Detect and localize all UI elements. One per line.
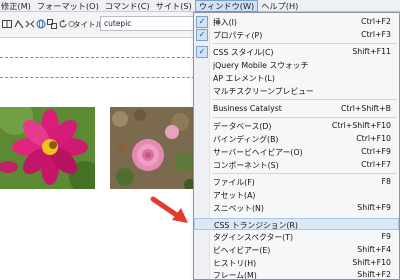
menu-item-snippets[interactable]: スニペット(N) Shift+F9 [194,202,399,214]
rose-photo[interactable] [110,107,195,189]
menu-window[interactable]: ウィンドウ(W) [194,0,259,12]
pointer-arrow-icon [150,196,188,223]
menu-separator [212,117,397,118]
menu-item-label: データベース(D) [213,122,272,131]
menu-item-css-transitions[interactable]: CSS トランジション(R) [194,218,399,230]
check-icon: ✓ [196,29,208,41]
design-view-icon[interactable] [13,18,24,29]
menu-item-label: CSS トランジション(R) [214,221,298,230]
menu-item-assets[interactable]: アセット(A) [194,189,399,201]
menu-help[interactable]: ヘルプ(H) [258,0,301,12]
split-view-icon[interactable] [1,18,12,29]
menu-item-label: アセット(A) [213,191,256,200]
menu-item-multiscreen-preview[interactable]: マルチスクリーンプレビュー [194,85,399,97]
menu-item-frames[interactable]: フレーム(M) Shift+F2 [194,269,399,280]
menu-commands[interactable]: コマンド(C) [102,0,153,12]
menu-item-properties[interactable]: ✓ プロパティ(P) Ctrl+F3 [194,29,399,41]
div-outline-top [0,57,200,58]
menu-item-label: バインディング(B) [213,135,279,144]
menu-item-label: ファイル(F) [213,178,255,187]
menu-item-shortcut: F9 [381,232,391,241]
menu-item-label: マルチスクリーンプレビュー [213,87,314,96]
menu-edit[interactable]: 修正(M) [0,0,34,12]
menu-item-shortcut: Shift+F11 [352,47,391,56]
menu-item-components[interactable]: コンポーネント(S) Ctrl+F7 [194,159,399,171]
menu-item-shortcut: Ctrl+F3 [361,30,391,39]
menu-item-bindings[interactable]: バインディング(B) Ctrl+F10 [194,133,399,145]
menu-item-insert[interactable]: ✓ 挿入(I) Ctrl+F2 [194,16,399,28]
menu-separator [212,99,397,100]
cosmos-photo[interactable] [0,107,95,189]
menu-item-shortcut: Shift+F2 [357,270,391,279]
menu-item-tag-inspector[interactable]: タグインスペクター(T) F9 [194,231,399,243]
menu-item-shortcut: Ctrl+F7 [361,160,391,169]
menu-item-label: AP エレメント(L) [213,74,275,83]
menu-item-label: コンポーネント(S) [213,161,279,170]
menu-item-label: ビヘイビアー(E) [213,246,271,255]
menu-item-label: フレーム(M) [213,271,257,280]
check-icon: ✓ [196,46,208,58]
window-menu-dropdown: ✓ 挿入(I) Ctrl+F2 ✓ プロパティ(P) Ctrl+F3 ✓ CSS… [193,12,400,280]
menu-item-css-styles[interactable]: ✓ CSS スタイル(C) Shift+F11 [194,46,399,58]
menu-item-shortcut: Shift+F4 [357,245,391,254]
menu-separator [212,173,397,174]
title-input[interactable]: cutepic [100,16,195,31]
menu-site[interactable]: サイト(S) [153,0,195,12]
menu-separator [212,43,397,44]
menu-item-label: 挿入(I) [213,18,237,27]
menu-item-label: jQuery Mobile スウォッチ [213,61,309,70]
menu-item-ap-elements[interactable]: AP エレメント(L) [194,72,399,84]
menu-item-history[interactable]: ヒストリ(H) Shift+F10 [194,257,399,269]
menu-item-shortcut: Ctrl+Shift+F10 [331,121,391,130]
menu-item-shortcut: Ctrl+F9 [361,147,391,156]
check-icon: ✓ [196,16,208,28]
menu-item-label: サーバービヘイビアー(O) [213,148,303,157]
menu-item-databases[interactable]: データベース(D) Ctrl+Shift+F10 [194,120,399,132]
menu-format[interactable]: フォーマット(O) [34,0,102,12]
menu-item-behaviors[interactable]: ビヘイビアー(E) Shift+F4 [194,244,399,256]
menu-item-label: CSS スタイル(C) [213,48,274,57]
div-outline-bottom [0,77,200,78]
menu-item-label: ヒストリ(H) [213,259,257,268]
menu-item-shortcut: F8 [381,177,391,186]
menu-item-shortcut: Ctrl+Shift+B [340,104,391,113]
menu-item-label: スニペット(N) [213,204,264,213]
menu-item-label: タグインスペクター(T) [213,233,294,242]
menu-item-label: プロパティ(P) [213,31,263,40]
code-nav-icon[interactable] [24,18,35,29]
menu-item-shortcut: Ctrl+F2 [361,17,391,26]
menu-item-shortcut: Shift+F10 [352,258,391,267]
menu-item-shortcut: Ctrl+F10 [356,134,391,143]
menu-item-label: Business Catalyst [213,104,282,113]
menu-item-files[interactable]: ファイル(F) F8 [194,176,399,188]
menu-bar: 修正(M) フォーマット(O) コマンド(C) サイト(S) ウィンドウ(W) … [0,0,400,12]
compare-icon[interactable] [46,18,57,29]
globe-icon[interactable] [35,18,46,29]
menu-item-business-catalyst[interactable]: Business Catalyst Ctrl+Shift+B [194,103,399,115]
menu-item-jquery-mobile-swatches[interactable]: jQuery Mobile スウォッチ [194,59,399,71]
menu-item-shortcut: Shift+F9 [357,203,391,212]
menu-item-server-behaviors[interactable]: サーバービヘイビアー(O) Ctrl+F9 [194,146,399,158]
